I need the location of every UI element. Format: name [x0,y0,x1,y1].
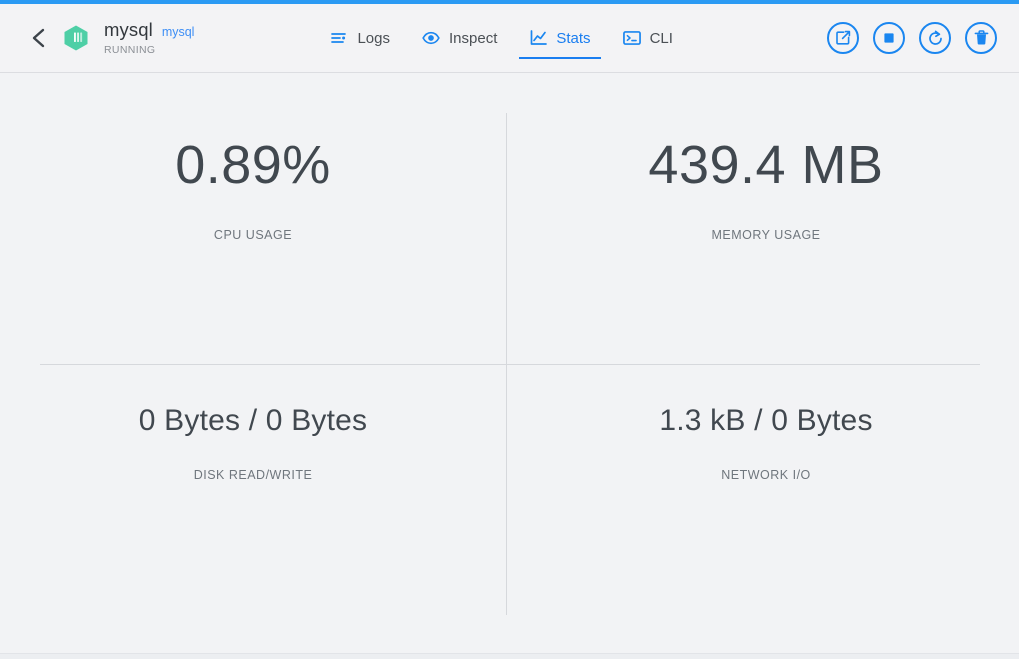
stat-card-network: 1.3 kB / 0 Bytes NETWORK I/O [513,404,1019,482]
tab-stats[interactable]: Stats [513,4,606,72]
action-button-group [827,22,997,54]
external-link-icon [835,30,851,46]
tab-inspect-label: Inspect [449,29,498,47]
memory-usage-label: MEMORY USAGE [711,228,821,242]
stat-card-cpu: 0.89% CPU USAGE [0,134,506,242]
container-title-block: mysql mysql RUNNING [104,19,195,56]
memory-usage-value: 439.4 MB [648,135,884,195]
tab-logs[interactable]: Logs [314,4,406,72]
eye-icon [422,29,440,47]
chart-line-icon [529,29,547,47]
stats-grid: 0.89% CPU USAGE 439.4 MB MEMORY USAGE 0 … [0,74,1019,653]
stat-card-disk: 0 Bytes / 0 Bytes DISK READ/WRITE [0,404,506,482]
logs-lines-icon [330,29,348,47]
disk-read-write-value: 0 Bytes / 0 Bytes [138,404,368,437]
terminal-icon [622,29,641,47]
tab-inspect[interactable]: Inspect [406,4,513,72]
tab-bar: Logs Inspect Stats CLI [314,4,688,72]
container-cube-icon [62,24,90,52]
cpu-usage-label: CPU USAGE [213,228,293,242]
page-header: mysql mysql RUNNING Logs Inspect Stats C… [0,4,1019,73]
stat-card-memory: 439.4 MB MEMORY USAGE [513,134,1019,242]
container-image-link[interactable]: mysql [162,26,195,39]
back-button[interactable] [22,27,56,49]
stop-button[interactable] [873,22,905,54]
chevron-left-icon [29,27,49,49]
page-title: mysql [104,19,153,40]
tab-cli[interactable]: CLI [607,4,689,72]
page-footer [0,653,1019,659]
title-row: mysql mysql [104,19,195,40]
disk-read-write-label: DISK READ/WRITE [193,468,313,482]
trash-icon [974,30,989,46]
network-io-value: 1.3 kB / 0 Bytes [659,404,873,437]
horizontal-divider [40,364,980,365]
tab-logs-label: Logs [357,29,390,47]
stop-square-icon [882,31,896,45]
remove-button[interactable] [965,22,997,54]
status-badge: RUNNING [104,43,156,56]
network-io-label: NETWORK I/O [721,468,811,482]
tab-cli-label: CLI [649,29,673,47]
tab-stats-label: Stats [556,29,591,47]
restart-arrow-icon [927,30,944,47]
container-stats-page: mysql mysql RUNNING Logs Inspect Stats C… [0,0,1019,659]
open-external-button[interactable] [827,22,859,54]
cpu-usage-value: 0.89% [175,135,331,195]
active-tab-underline [519,56,601,59]
restart-button[interactable] [919,22,951,54]
